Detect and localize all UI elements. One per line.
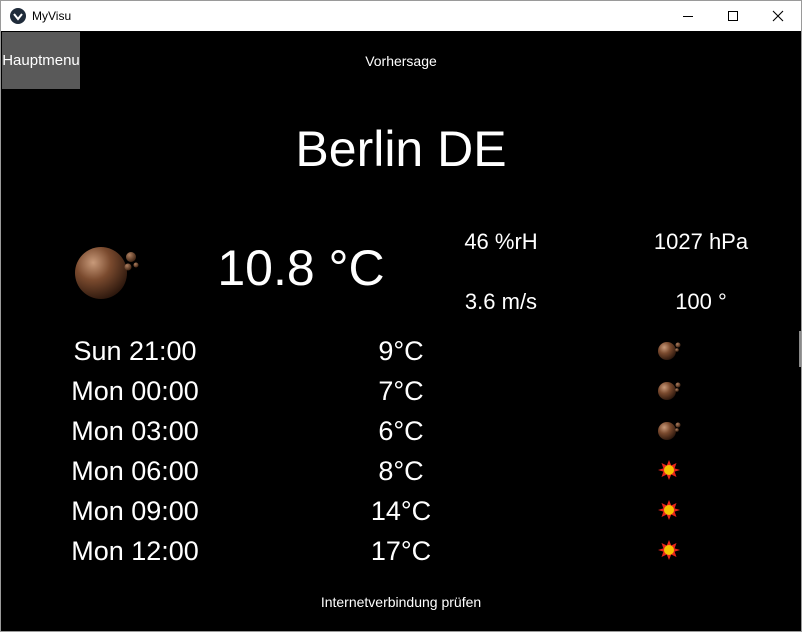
forecast-row: Mon 06:00 8°C (1, 451, 801, 491)
maximize-button[interactable] (710, 1, 756, 31)
forecast-time: Mon 00:00 (71, 376, 199, 406)
forecast-row: Mon 09:00 14°C (1, 491, 801, 531)
forecast-row: Sun 21:00 9°C (1, 331, 801, 371)
current-temperature: 10.8 °C (217, 240, 385, 296)
forecast-temperature: 14°C (370, 496, 432, 526)
forecast-time: Mon 09:00 (71, 496, 199, 526)
sun-icon (658, 500, 680, 520)
window-title: MyVisu (32, 9, 72, 23)
moon-cloud-icon (658, 342, 681, 360)
forecast-row: Mon 03:00 6°C (1, 411, 801, 451)
pressure-value: 1027 hPa (653, 229, 749, 254)
sun-icon (658, 540, 680, 560)
city-name: Berlin DE (295, 121, 507, 177)
forecast-time: Mon 12:00 (71, 536, 199, 566)
forecast-time: Mon 06:00 (71, 456, 199, 486)
minimize-button[interactable] (665, 1, 711, 31)
close-button[interactable] (755, 1, 801, 31)
app-window: MyVisu Hauptmenu Vorhersage Berlin DE 10… (0, 0, 802, 632)
forecast-time: Sun 21:00 (73, 336, 197, 366)
minimize-icon (683, 16, 693, 17)
humidity-value: 46 %rH (464, 229, 538, 254)
title-bar[interactable]: MyVisu (1, 1, 801, 31)
forecast-temperature: 7°C (378, 376, 424, 406)
page-title: Vorhersage (365, 53, 437, 69)
forecast-list: Sun 21:00 9°C Mon 00:00 7°C Mon 03:00 6°… (1, 331, 801, 571)
forecast-time: Mon 03:00 (71, 416, 199, 446)
close-icon (772, 10, 784, 22)
forecast-temperature: 17°C (370, 536, 432, 566)
maximize-icon (728, 11, 738, 21)
forecast-temperature: 6°C (378, 416, 424, 446)
sun-icon (658, 460, 680, 480)
moon-cloud-icon (658, 382, 681, 400)
connection-status: Internetverbindung prüfen (320, 594, 482, 610)
wind-speed-value: 3.6 m/s (464, 289, 538, 314)
main-menu-button[interactable]: Hauptmenu (2, 32, 80, 89)
wind-direction-value: 100 ° (675, 289, 727, 314)
forecast-temperature: 9°C (378, 336, 424, 366)
forecast-row: Mon 00:00 7°C (1, 371, 801, 411)
moon-cloud-icon (75, 247, 139, 299)
forecast-screen: Hauptmenu Vorhersage Berlin DE 10.8 °C 4… (1, 31, 801, 631)
app-logo-icon (10, 8, 26, 24)
forecast-row: Mon 12:00 17°C (1, 531, 801, 571)
moon-cloud-icon (658, 422, 681, 440)
scroll-handle[interactable] (799, 331, 801, 367)
forecast-temperature: 8°C (378, 456, 424, 486)
